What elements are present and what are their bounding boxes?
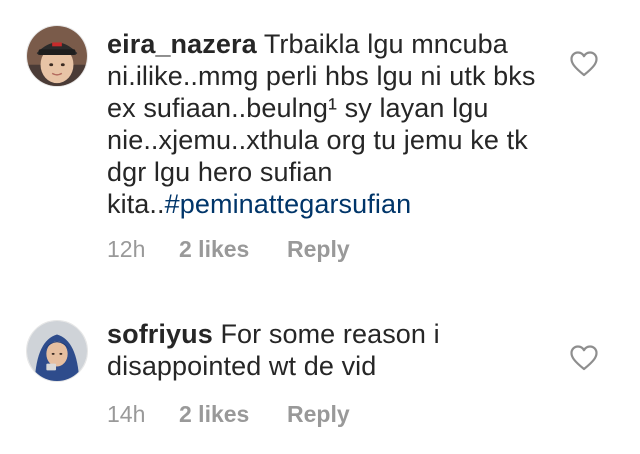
- comment-username[interactable]: sofriyus: [107, 319, 213, 349]
- heart-outline-icon[interactable]: [570, 51, 598, 77]
- avatar[interactable]: [26, 320, 88, 382]
- reply-button[interactable]: Reply: [287, 236, 350, 263]
- comment-item: sofriyus For some reason i disappointed …: [0, 300, 640, 454]
- comment-hashtag[interactable]: #peminattegarsufian: [165, 189, 412, 219]
- avatar-image: [27, 26, 87, 86]
- comment-likes-count[interactable]: 2 likes: [179, 401, 287, 428]
- comment-body: eira_nazera Trbaikla lgu mncuba ni.ilike…: [107, 28, 547, 220]
- comment-body: sofriyus For some reason i disappointed …: [107, 318, 547, 382]
- avatar-image: [27, 321, 87, 381]
- comment-item: eira_nazera Trbaikla lgu mncuba ni.ilike…: [0, 0, 640, 290]
- avatar[interactable]: [26, 25, 88, 87]
- comment-likes-count[interactable]: 2 likes: [179, 236, 287, 263]
- comment-timestamp: 12h: [107, 236, 146, 262]
- heart-outline-icon[interactable]: [570, 345, 598, 371]
- reply-button[interactable]: Reply: [287, 401, 350, 428]
- comment-timestamp: 14h: [107, 401, 146, 427]
- comment-meta: 14h 2 likes Reply: [107, 401, 350, 428]
- comment-meta: 12h 2 likes Reply: [107, 236, 350, 263]
- comment-username[interactable]: eira_nazera: [107, 29, 257, 59]
